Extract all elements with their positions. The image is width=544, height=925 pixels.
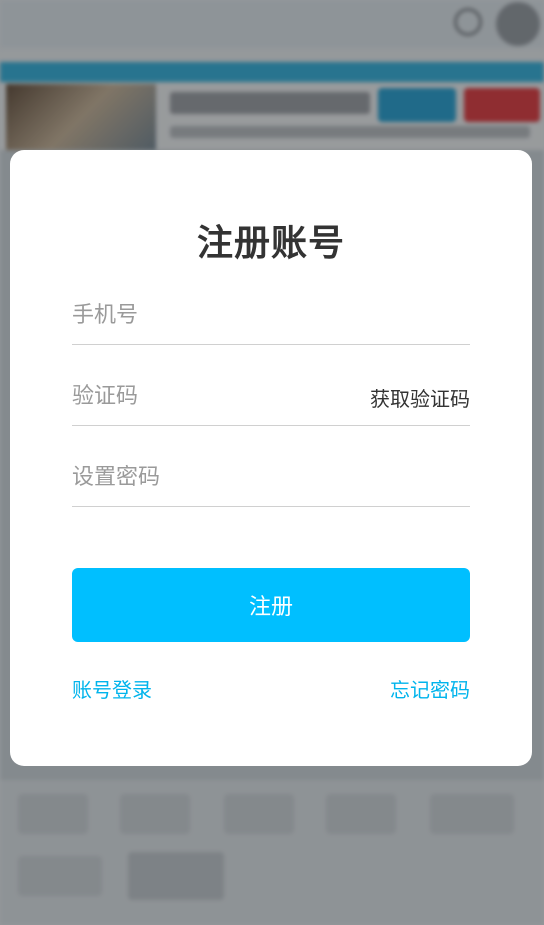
- password-field: [72, 446, 470, 507]
- forgot-password-link[interactable]: 忘记密码: [390, 674, 470, 703]
- phone-field: [72, 284, 470, 345]
- modal-title: 注册账号: [196, 223, 345, 264]
- register-modal: 注册账号 获取验证码 注册 账号登录 忘记密码: [10, 150, 532, 766]
- login-link[interactable]: 账号登录: [72, 674, 152, 703]
- register-button[interactable]: 注册: [72, 568, 470, 642]
- verification-code-input[interactable]: [72, 381, 352, 411]
- get-code-button[interactable]: 获取验证码: [370, 383, 470, 412]
- password-input[interactable]: [72, 462, 352, 492]
- code-field: 获取验证码: [72, 365, 470, 426]
- phone-input[interactable]: [72, 300, 352, 330]
